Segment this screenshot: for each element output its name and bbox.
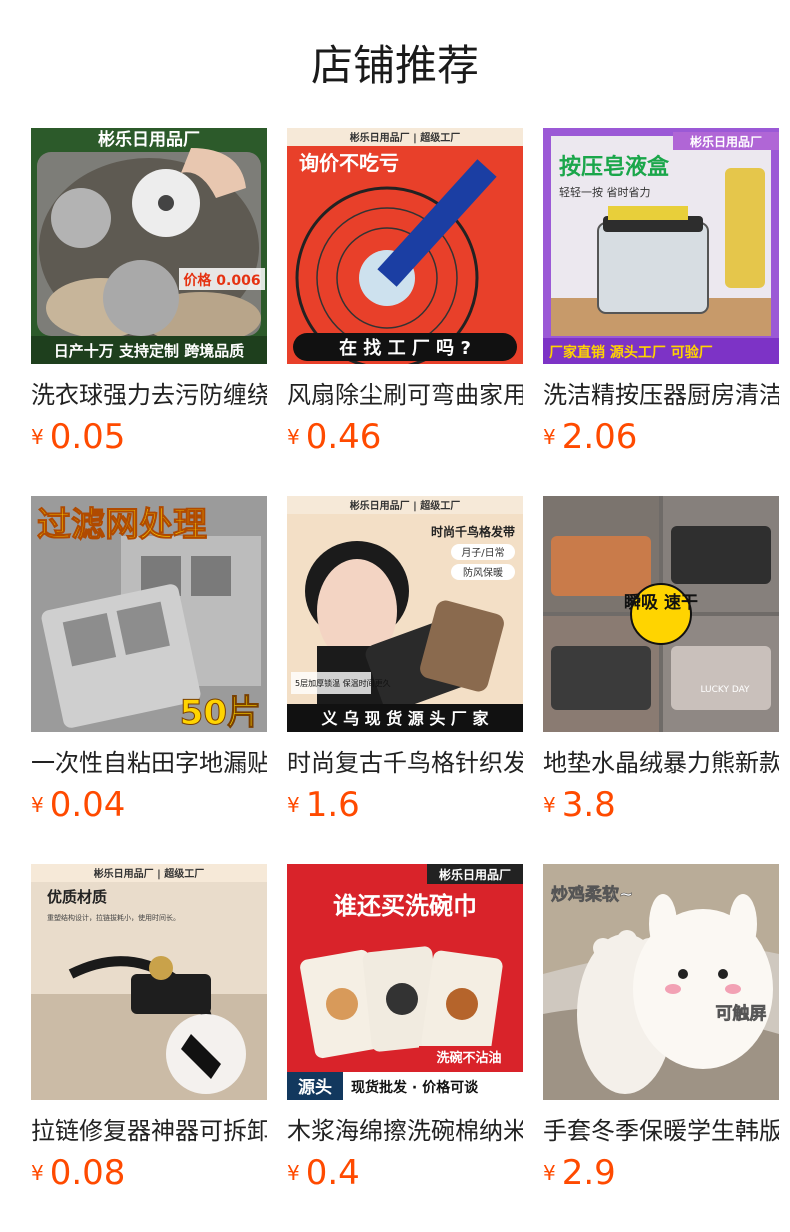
product-image[interactable]: 彬乐日用品厂 | 超级工厂 优质材质 重塑结构设计，拉链拔耗小，使用时间长。 (31, 864, 267, 1100)
currency-symbol: ¥ (543, 793, 556, 817)
product-price: ¥1.6 (287, 783, 360, 827)
product-title[interactable]: 拉链修复器神器可拆卸 (31, 1114, 267, 1148)
currency-symbol: ¥ (31, 425, 44, 449)
product-card[interactable]: 彬乐日用品厂 按压皂液盒 轻轻一按 省时省力 厂家直销 源头工厂 可验厂 洗洁精… (543, 128, 779, 468)
image-subtext: 轻轻一按 省时省力 (559, 185, 651, 199)
image-badge-text: 瞬吸 速干 (624, 592, 698, 613)
currency-symbol: ¥ (543, 425, 556, 449)
image-count-text: 50片 (180, 693, 261, 732)
product-price: ¥0.46 (287, 415, 381, 459)
image-banner-text: 彬乐日用品厂 | 超级工厂 (350, 131, 461, 144)
price-value: 2.06 (561, 417, 638, 457)
product-title[interactable]: 洗洁精按压器厨房清洁 (543, 378, 779, 412)
image-mat-text: LUCKY DAY (700, 685, 750, 695)
section-title: 店铺推荐 (310, 41, 479, 90)
product-image[interactable]: LUCKY DAY 瞬吸 速干 (543, 496, 779, 732)
image-banner-text: 彬乐日用品厂 (98, 129, 200, 150)
image-headline-text: 时尚千鸟格发带 (431, 524, 515, 539)
image-price-text: 价格 0.006 (183, 272, 260, 289)
image-subtext: 重塑结构设计，拉链拔耗小，使用时间长。 (47, 913, 180, 922)
product-card[interactable]: 彬乐日用品厂 | 超级工厂 时尚千鸟格发带 月子/日常 防风保暖 5层加厚锁温 … (287, 496, 523, 836)
product-image[interactable]: 彬乐日用品厂 价格 0.006 日产十万 支持定制 跨境品质 (31, 128, 267, 364)
product-title[interactable]: 时尚复古千鸟格针织发带 (287, 746, 523, 780)
image-footer-text: 在 找 工 厂 吗 ? (339, 337, 471, 359)
product-price: ¥0.4 (287, 1151, 360, 1195)
product-card[interactable]: LUCKY DAY 瞬吸 速干 地垫水晶绒暴力熊新款 ¥3.8 (543, 496, 779, 836)
product-title[interactable]: 木浆海绵擦洗碗棉纳米 (287, 1114, 523, 1148)
product-price: ¥3.8 (543, 783, 616, 827)
product-price: ¥0.04 (31, 783, 125, 827)
product-image[interactable]: 彬乐日用品厂 | 超级工厂 时尚千鸟格发带 月子/日常 防风保暖 5层加厚锁温 … (287, 496, 523, 732)
product-image[interactable]: 彬乐日用品厂 | 超级工厂 询价不吃亏 在 找 工 厂 吗 ? (287, 128, 523, 364)
product-price: ¥2.06 (543, 415, 637, 459)
product-title[interactable]: 手套冬季保暖学生韩版 (543, 1114, 779, 1148)
product-price: ¥0.08 (31, 1151, 125, 1195)
currency-symbol: ¥ (287, 1161, 300, 1185)
image-footer-text: 厂家直销 源头工厂 可验厂 (549, 344, 713, 361)
currency-symbol: ¥ (543, 1161, 556, 1185)
price-value: 0.4 (305, 1153, 360, 1193)
image-headline-text: 谁还买洗碗巾 (333, 892, 477, 920)
price-value: 3.8 (561, 785, 616, 825)
price-value: 0.46 (305, 417, 382, 457)
image-note-text: 5层加厚锁温 保温时间更久 (295, 678, 391, 688)
price-value: 2.9 (561, 1153, 616, 1193)
image-headline-text: 过滤网处理 (37, 505, 207, 545)
image-headline-text: 按压皂液盒 (559, 154, 670, 180)
image-headline-text: 优质材质 (47, 888, 107, 906)
image-headline-text: 询价不吃亏 (299, 151, 399, 175)
image-footer-text: 义 乌 现 货 源 头 厂 家 (322, 709, 490, 728)
image-badge-text: 可触屏 (716, 1003, 767, 1024)
image-headline-text: 炒鸡柔软~ (551, 884, 633, 905)
product-card[interactable]: 彬乐日用品厂 | 超级工厂 优质材质 重塑结构设计，拉链拔耗小，使用时间长。 拉… (31, 864, 267, 1204)
product-title[interactable]: 一次性自粘田字地漏贴 (31, 746, 267, 780)
product-price: ¥0.05 (31, 415, 125, 459)
currency-symbol: ¥ (287, 793, 300, 817)
currency-symbol: ¥ (287, 425, 300, 449)
product-card[interactable]: 彬乐日用品厂 谁还买洗碗巾 洗碗不沾油 源头 现货批发 · 价格可谈 木浆海绵擦… (287, 864, 523, 1204)
product-title[interactable]: 地垫水晶绒暴力熊新款 (543, 746, 779, 780)
image-footer-label: 源头 (298, 1077, 332, 1098)
price-value: 0.05 (49, 417, 126, 457)
image-banner-text: 彬乐日用品厂 (439, 867, 511, 882)
image-banner-text: 彬乐日用品厂 | 超级工厂 (350, 499, 461, 512)
image-banner-text: 彬乐日用品厂 (690, 134, 762, 149)
product-card[interactable]: 彬乐日用品厂 | 超级工厂 询价不吃亏 在 找 工 厂 吗 ? 风扇除尘刷可弯曲… (287, 128, 523, 468)
currency-symbol: ¥ (31, 1161, 44, 1185)
product-card[interactable]: 彬乐日用品厂 价格 0.006 日产十万 支持定制 跨境品质 洗衣球强力去污防缠… (31, 128, 267, 468)
image-tag: 防风保暖 (463, 566, 503, 579)
product-card[interactable]: 炒鸡柔软~ 可触屏 手套冬季保暖学生韩版 ¥2.9 (543, 864, 779, 1204)
product-image[interactable]: 炒鸡柔软~ 可触屏 (543, 864, 779, 1100)
product-image[interactable]: 彬乐日用品厂 按压皂液盒 轻轻一按 省时省力 厂家直销 源头工厂 可验厂 (543, 128, 779, 364)
product-image[interactable]: 彬乐日用品厂 谁还买洗碗巾 洗碗不沾油 源头 现货批发 · 价格可谈 (287, 864, 523, 1100)
image-tag: 洗碗不沾油 (436, 1050, 501, 1066)
price-value: 1.6 (305, 785, 360, 825)
price-value: 0.04 (49, 785, 126, 825)
currency-symbol: ¥ (31, 793, 44, 817)
product-price: ¥2.9 (543, 1151, 616, 1195)
image-footer-text: 现货批发 · 价格可谈 (351, 1079, 479, 1096)
image-tag: 月子/日常 (461, 546, 504, 559)
price-value: 0.08 (49, 1153, 126, 1193)
image-banner-text: 彬乐日用品厂 | 超级工厂 (94, 867, 205, 880)
image-footer-text: 日产十万 支持定制 跨境品质 (54, 342, 244, 360)
product-title[interactable]: 风扇除尘刷可弯曲家用 (287, 378, 523, 412)
product-image[interactable]: 过滤网处理 50片 (31, 496, 267, 732)
product-card[interactable]: 过滤网处理 50片 一次性自粘田字地漏贴 ¥0.04 (31, 496, 267, 836)
product-title[interactable]: 洗衣球强力去污防缠绕 (31, 378, 267, 412)
